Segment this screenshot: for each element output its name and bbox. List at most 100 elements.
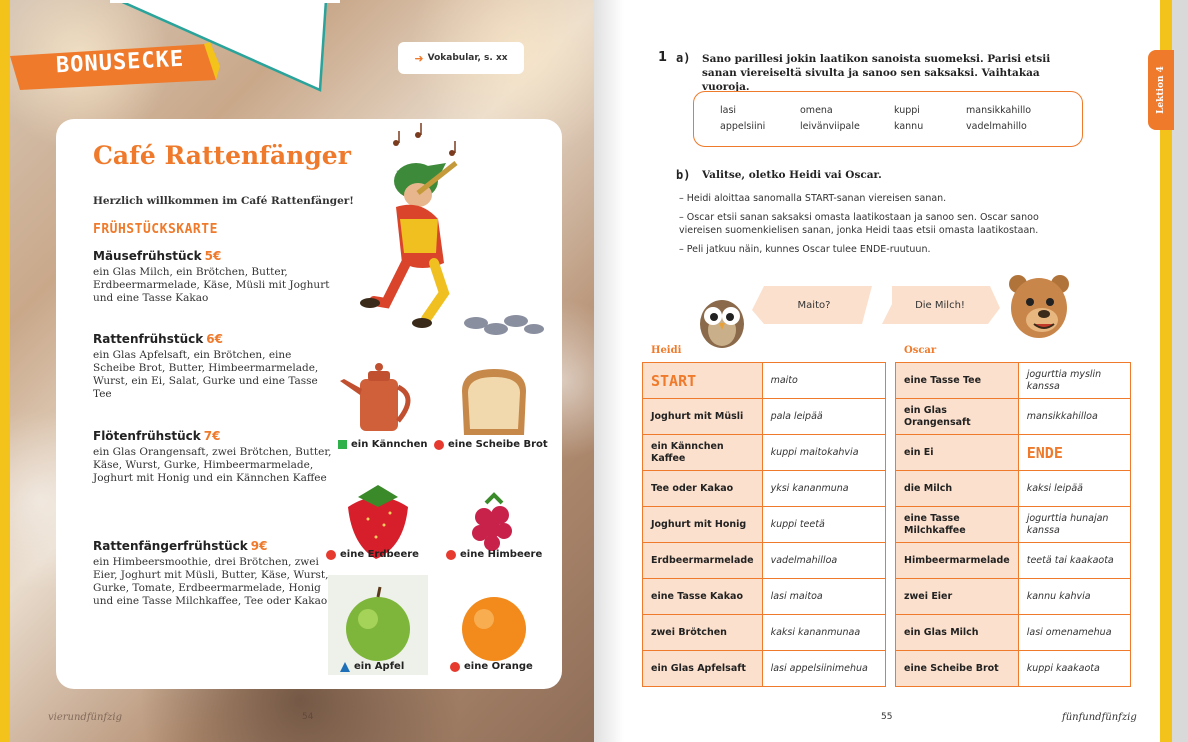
german-cell: eine Tasse Milchkaffee (895, 506, 1019, 543)
finnish-cell: lasi omenamehua (1018, 614, 1131, 651)
menu-item-desc: ein Glas Orangensaft, zwei Brötchen, But… (93, 446, 332, 484)
table-row: Joghurt mit Müsli pala leipää (642, 398, 886, 435)
finnish-cell: lasi maitoa (762, 578, 886, 615)
label-oscar: Oscar (904, 345, 937, 356)
word: omena (800, 105, 833, 116)
menu-item-price: 9€ (250, 539, 268, 553)
table-row: ein Kännchen Kaffee kuppi maitokahvia (642, 434, 886, 471)
table-row: zwei Brötchen kaksi kananmunaa (642, 614, 886, 651)
menu-item-price: 5€ (204, 249, 222, 263)
red-dot-icon (450, 661, 460, 672)
german-cell: ein Ei (895, 434, 1019, 471)
table-row: eine Scheibe Brot kuppi kaakaota (895, 650, 1131, 687)
finnish-cell: teetä tai kaakaota (1018, 542, 1131, 579)
word: kannu (894, 121, 924, 132)
cafe-title: Café Rattenfänger (93, 141, 351, 170)
bear-oscar-illustration (1009, 275, 1069, 338)
coffee-pot-image (340, 363, 411, 431)
german-cell: Joghurt mit Müsli (642, 398, 763, 435)
table-row: ein Glas Milch lasi omenamehua (895, 614, 1131, 651)
table-row: Erdbeermarmelade vadelmahilloa (642, 542, 886, 579)
table-row: Joghurt mit Honig kuppi teetä (642, 506, 886, 543)
finnish-cell: kaksi kananmunaa (762, 614, 886, 651)
table-row: Himbeermarmelade teetä tai kaakaota (895, 542, 1131, 579)
menu-item-name: Rattenfängerfrühstück (93, 539, 248, 553)
finnish-cell: kuppi kaakaota (1026, 662, 1100, 674)
left-edge-strip (0, 0, 10, 742)
table-row: eine Tasse Milchkaffee jogurttia hunajan … (895, 506, 1131, 543)
task-b-text: Valitse, oletko Heidi vai Oscar. (702, 169, 882, 181)
word: mansikkahillo (966, 105, 1032, 116)
welcome-text: Herzlich willkommen im Café Rattenfänger… (93, 195, 354, 207)
german-cell: eine Tasse Tee (895, 362, 1019, 399)
finnish-cell: lasi appelsiinimehua (770, 662, 868, 674)
food-label: eine Orange (450, 661, 533, 672)
word-box: lasi omena kuppi mansikkahillo appelsiin… (693, 91, 1083, 147)
german-cell: die Milch (895, 470, 1019, 507)
finnish-cell: kaksi leipää (1018, 470, 1131, 507)
german-cell: ein Glas Orangensaft (895, 398, 1019, 435)
task-number: 1 (658, 50, 668, 65)
oscar-table: eine Tasse Tee jogurttia myslin kanssa ein… (895, 362, 1131, 687)
bonus-banner: BONUSECKE (10, 36, 220, 94)
finnish-cell: kuppi teetä (762, 506, 886, 543)
finnish-cell: yksi kananmuna (762, 470, 886, 507)
table-row: START maito (642, 362, 886, 399)
menu-item-desc: ein Himbeersmoothie, drei Brötchen, zwei… (93, 556, 329, 607)
menu-item-name: Mäusefrühstück (93, 249, 202, 263)
menu-item-desc: ein Glas Milch, ein Brötchen, Butter, Er… (93, 266, 330, 304)
table-row: eine Tasse Kakao lasi maitoa (642, 578, 886, 615)
menu-item: Rattenfrühstück 6€ ein Glas Apfelsaft, ei… (93, 332, 333, 401)
bread-slice-image (462, 369, 526, 435)
table-row: zwei Eier kannu kahvia (895, 578, 1131, 615)
finnish-cell: mansikkahilloa (1018, 398, 1131, 435)
left-page: BONUSECKE ➜ Vokabular, s. xx Café Ratten… (0, 0, 594, 742)
task-b-letter: b) (676, 168, 691, 182)
finnish-cell: jogurttia hunajan kanssa (1018, 506, 1131, 543)
finnish-cell: jogurttia myslin kanssa (1018, 362, 1131, 399)
food-label: eine Erdbeere (326, 549, 419, 560)
page-edge (1172, 0, 1188, 742)
page-fold-shadow (594, 0, 624, 742)
red-dot-icon (326, 549, 336, 560)
finnish-cell: pala leipää (762, 398, 886, 435)
label-heidi: Heidi (651, 345, 682, 356)
lektion-tab[interactable]: Lektion 4 (1148, 50, 1174, 130)
rule: – Peli jatkuu näin, kunnes Oscar tulee E… (679, 244, 931, 255)
word: kuppi (894, 105, 920, 116)
finnish-cell: kuppi maitokahvia (762, 434, 886, 471)
menu-item-price: 7€ (203, 429, 221, 443)
page-number: 55 (881, 712, 893, 722)
menu-heading: FRÜHSTÜCKSKARTE (93, 222, 218, 237)
menu-item: Mäusefrühstück 5€ ein Glas Milch, ein Brö… (93, 249, 333, 305)
finnish-cell: vadelmahilloa (762, 542, 886, 579)
german-cell: zwei Brötchen (642, 614, 763, 651)
green-square-icon (338, 440, 347, 449)
table-row: eine Tasse Tee jogurttia myslin kanssa (895, 362, 1131, 399)
menu-item-name: Rattenfrühstück (93, 332, 204, 346)
word: lasi (720, 105, 737, 116)
german-cell: ein Glas Milch (895, 614, 1019, 651)
word: appelsiini (720, 121, 766, 132)
vocabulary-link[interactable]: ➜ Vokabular, s. xx (398, 42, 524, 74)
task-a-text: Sano parillesi jokin laatikon sanoista s… (702, 53, 1051, 93)
german-cell: Himbeermarmelade (895, 542, 1019, 579)
food-label: eine Scheibe Brot (434, 439, 548, 450)
german-cell: eine Tasse Kakao (642, 578, 763, 615)
menu-card: Café Rattenfänger Herzlich willkommen im… (56, 119, 562, 689)
page-number-word: vierundfünfzig (48, 712, 122, 723)
german-cell: START (642, 362, 763, 399)
page-number: 54 (302, 712, 314, 722)
german-cell: zwei Eier (895, 578, 1019, 615)
red-dot-icon (434, 439, 444, 450)
menu-item-price: 6€ (206, 332, 223, 346)
finnish-cell: ENDE (1018, 434, 1131, 471)
menu-item-desc: ein Glas Apfelsaft, ein Brötchen, eine S… (93, 349, 319, 400)
blue-triangle-icon (340, 661, 350, 672)
rule: – Oscar etsii sanan saksaksi omasta laat… (679, 212, 1039, 236)
rule: – Heidi aloittaa sanomalla START-sanan v… (679, 193, 947, 204)
german-cell: ein Glas Apfelsaft (642, 650, 763, 687)
table-row: ein Glas Orangensaft mansikkahilloa (895, 398, 1131, 435)
german-cell: Erdbeermarmelade (642, 542, 763, 579)
word: leivänviipale (800, 121, 860, 132)
